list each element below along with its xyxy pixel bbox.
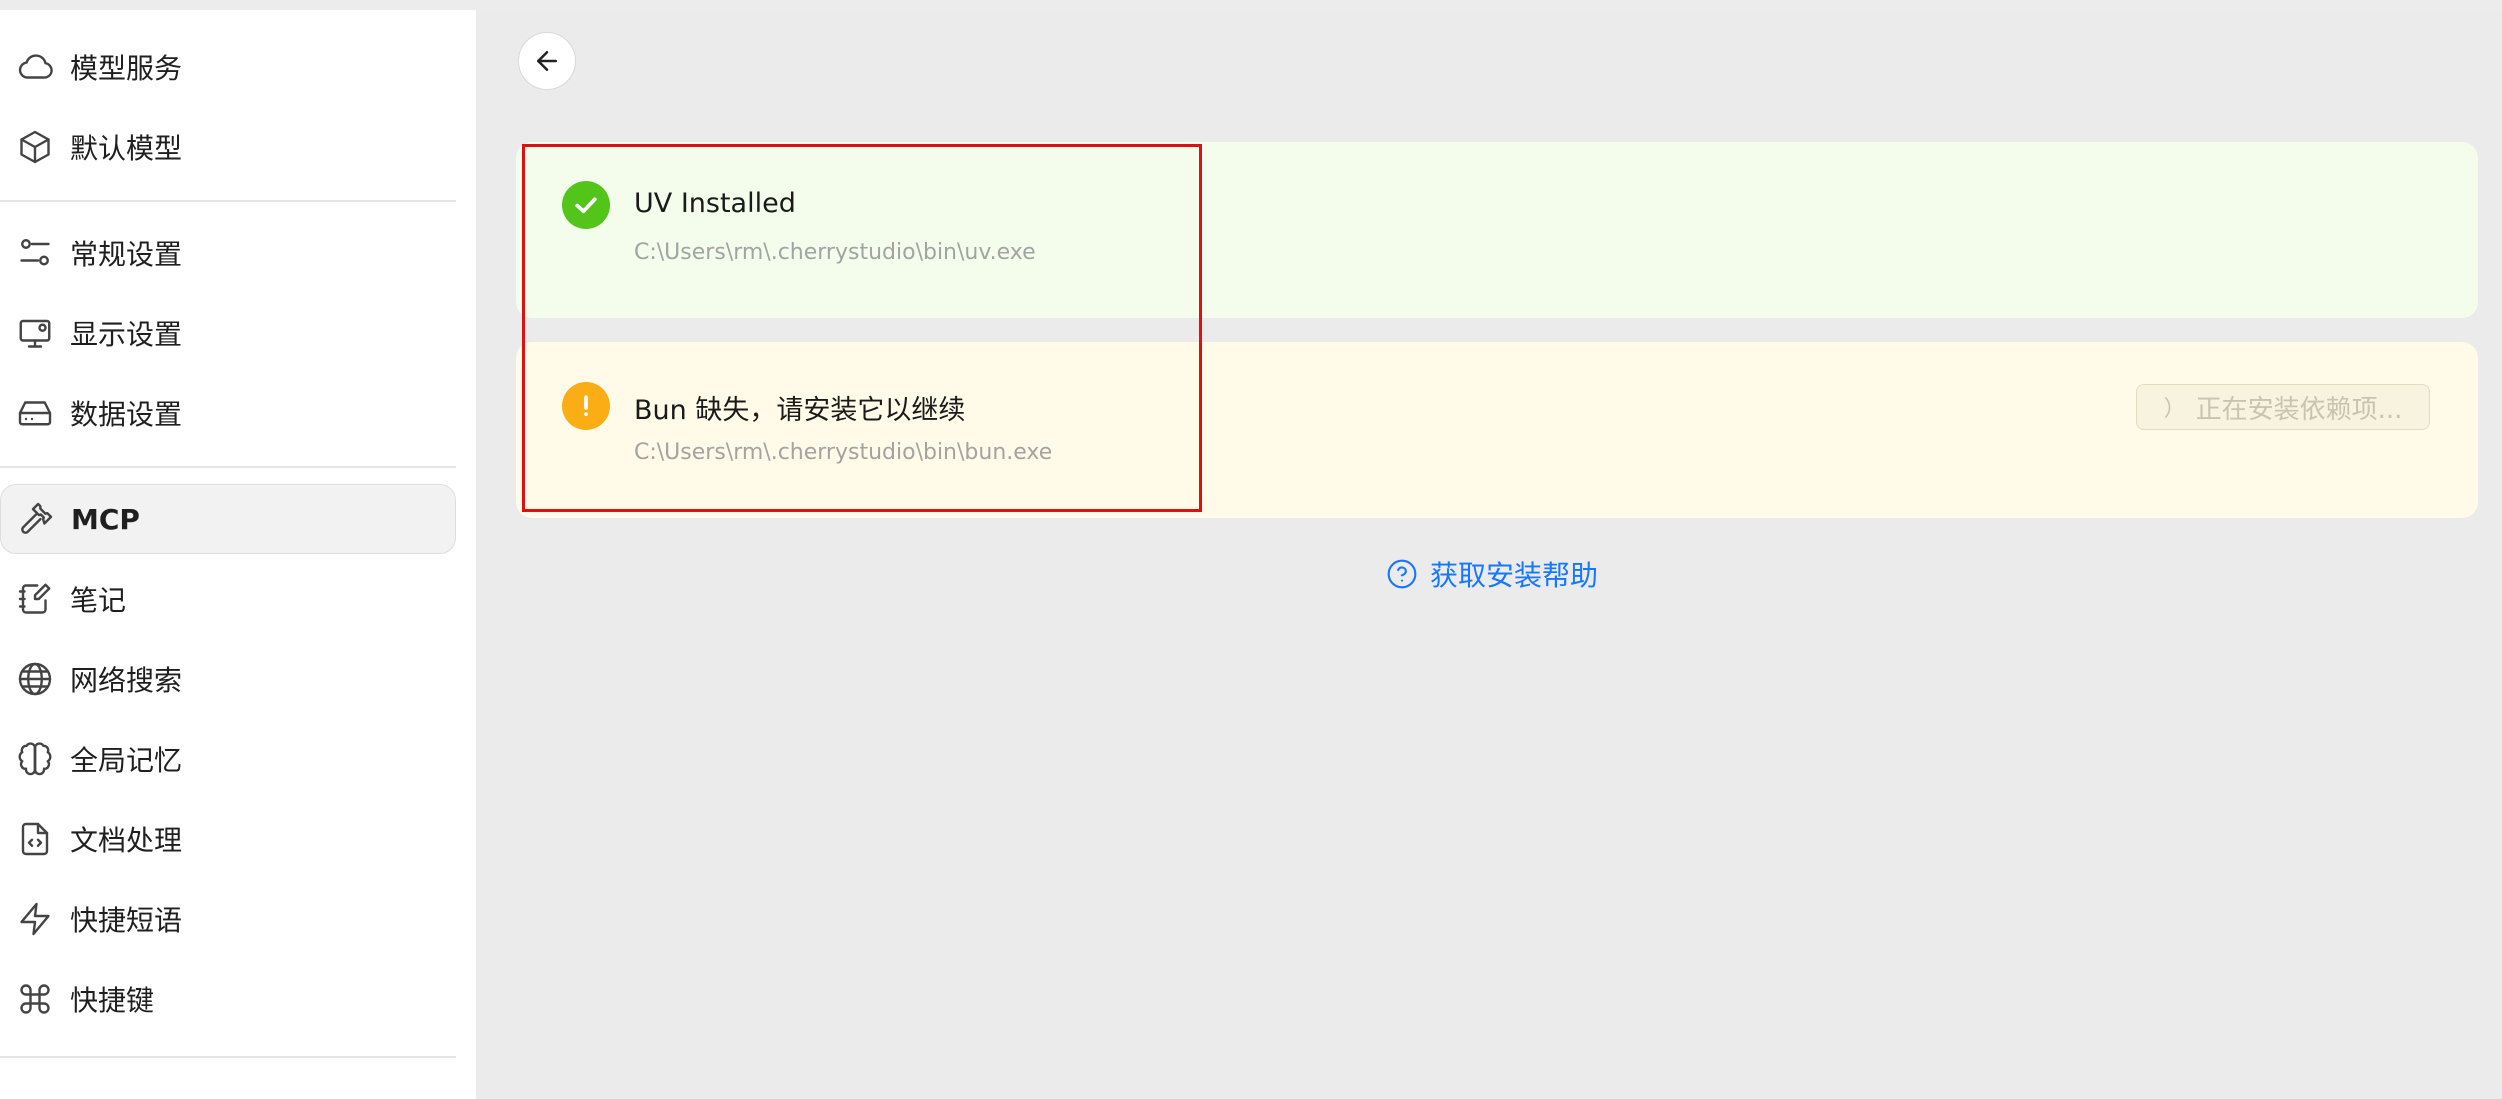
question-circle-icon [1387, 559, 1417, 589]
sidebar-item-notes[interactable]: 笔记 [0, 564, 456, 634]
cloud-icon [16, 48, 54, 86]
help-link-label: 获取安装帮助 [1430, 559, 1599, 592]
sidebar-item-label: 显示设置 [70, 318, 183, 351]
uv-path: C:\Users\rm\.cherrystudio\bin\uv.exe [634, 240, 1036, 265]
install-button-label: 正在安装依赖项... [2195, 394, 2403, 425]
file-code-icon [16, 820, 54, 858]
sidebar-divider [0, 1056, 456, 1058]
bun-path: C:\Users\rm\.cherrystudio\bin\bun.exe [634, 440, 1053, 465]
bun-status-title: Bun 缺失，请安装它以继续 [634, 395, 966, 426]
brain-icon [16, 740, 54, 778]
bun-status-card [516, 342, 2478, 518]
globe-icon [16, 660, 54, 698]
sidebar-item-web-search[interactable]: 网络搜索 [0, 644, 456, 714]
zap-icon [16, 900, 54, 938]
sidebar-item-label: MCP [71, 502, 140, 536]
settings-sidebar: 模型服务 默认模型 常规设置 显示设置 数据设置 MCP 笔记 网络搜索 全局记… [0, 10, 476, 1099]
sidebar-item-label: 快捷键 [70, 984, 155, 1017]
sidebar-item-label: 全局记忆 [70, 744, 183, 777]
sidebar-item-general-settings[interactable]: 常规设置 [0, 218, 456, 288]
sidebar-item-shortcuts[interactable]: 快捷键 [0, 964, 456, 1034]
install-dependencies-button[interactable]: ） 正在安装依赖项... [2136, 384, 2430, 430]
window-top-bar [0, 0, 2502, 10]
sidebar-item-label: 网络搜索 [70, 664, 183, 697]
notebook-icon [16, 580, 54, 618]
command-icon [16, 980, 54, 1018]
sidebar-item-mcp[interactable]: MCP [0, 484, 456, 554]
sidebar-item-model-service[interactable]: 模型服务 [0, 32, 456, 102]
monitor-icon [16, 314, 54, 352]
back-button[interactable] [518, 32, 576, 90]
check-circle-icon [562, 181, 610, 229]
cube-icon [16, 128, 54, 166]
sidebar-item-label: 常规设置 [70, 238, 183, 271]
sidebar-item-label: 笔记 [70, 584, 127, 617]
sidebar-item-label: 快捷短语 [70, 904, 183, 937]
sidebar-item-default-model[interactable]: 默认模型 [0, 112, 456, 182]
sidebar-item-global-memory[interactable]: 全局记忆 [0, 724, 456, 794]
sidebar-item-display-settings[interactable]: 显示设置 [0, 298, 456, 368]
hammer-icon [17, 500, 55, 538]
sidebar-item-label: 默认模型 [70, 132, 183, 165]
sidebar-divider [0, 200, 456, 202]
sidebar-item-data-settings[interactable]: 数据设置 [0, 378, 456, 448]
installation-help-link[interactable]: 获取安装帮助 [1386, 554, 1598, 594]
uv-status-title: UV Installed [634, 188, 796, 219]
sidebar-item-document-processing[interactable]: 文档处理 [0, 804, 456, 874]
sidebar-item-quick-phrases[interactable]: 快捷短语 [0, 884, 456, 954]
uv-status-card [516, 142, 2478, 318]
exclamation-circle-icon [562, 382, 610, 430]
sidebar-item-label: 模型服务 [70, 52, 183, 85]
loading-spinner-icon: ） [2163, 397, 2186, 422]
sidebar-item-label: 数据设置 [70, 398, 183, 431]
arrow-left-icon [537, 51, 557, 71]
sliders-icon [16, 234, 54, 272]
sidebar-divider [0, 466, 456, 468]
hard-drive-icon [16, 394, 54, 432]
sidebar-item-label: 文档处理 [70, 824, 183, 857]
